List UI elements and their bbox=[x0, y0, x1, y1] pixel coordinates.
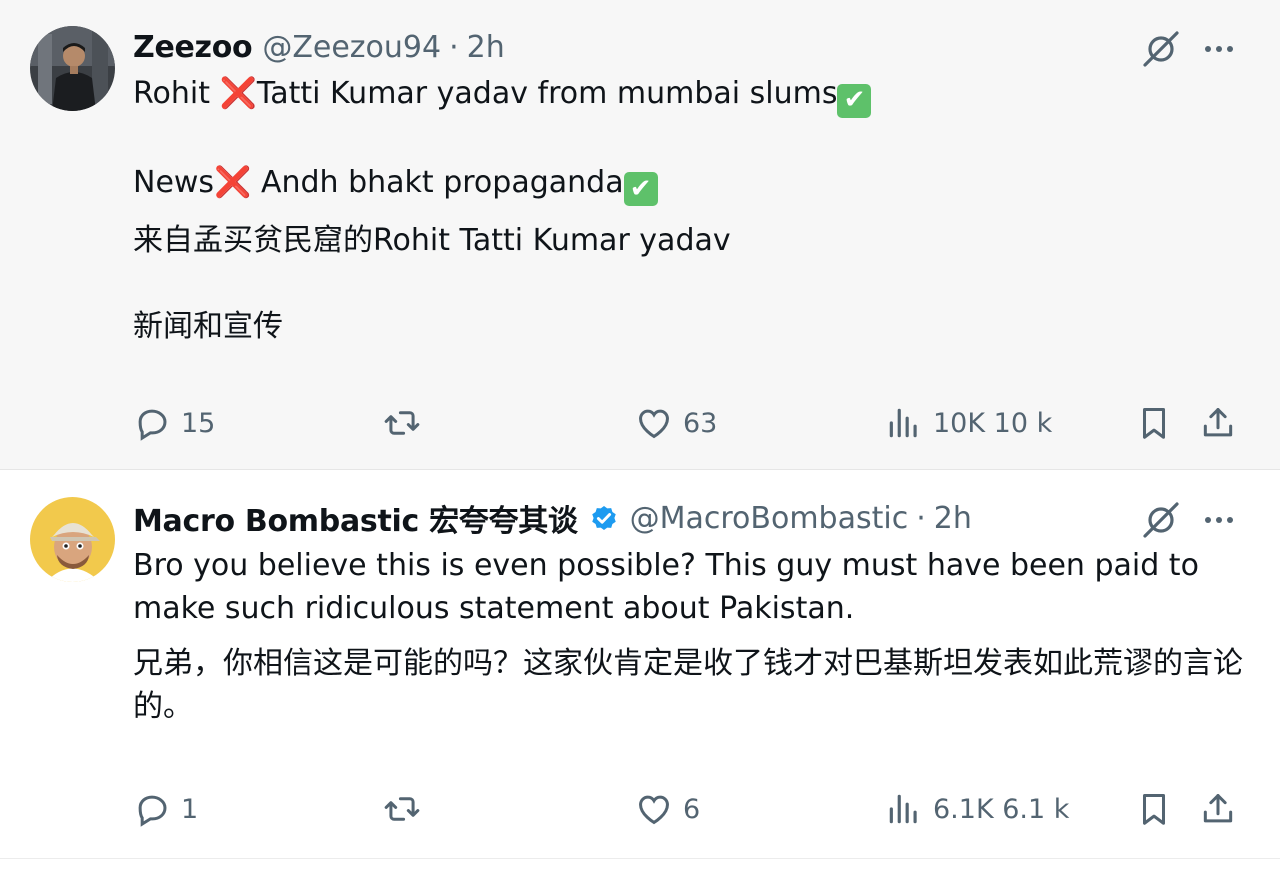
like-count: 6 bbox=[683, 793, 701, 825]
text-line: Bro you believe this is even possible? T… bbox=[133, 548, 1209, 626]
reply-icon bbox=[138, 409, 167, 441]
views-button[interactable]: 10K 10 k bbox=[885, 399, 1052, 447]
user-handle[interactable]: @MacroBombastic bbox=[630, 501, 909, 536]
like-button[interactable]: 63 bbox=[635, 399, 717, 447]
tweet-header: Zeezoo @Zeezou94 · 2h bbox=[133, 26, 505, 68]
grok-icon[interactable] bbox=[1140, 28, 1182, 70]
display-name[interactable]: Zeezoo bbox=[133, 30, 253, 65]
like-icon bbox=[639, 795, 669, 825]
views-icon bbox=[889, 408, 917, 438]
repost-button[interactable] bbox=[383, 399, 421, 447]
tweet-header: Macro Bombastic 宏夸夸其谈 @MacroBombastic · … bbox=[133, 496, 972, 540]
like-count: 63 bbox=[683, 407, 718, 439]
bookmark-button[interactable] bbox=[1135, 785, 1173, 833]
grok-icon[interactable] bbox=[1140, 499, 1182, 541]
text-line: Rohit ❌Tatti Kumar yadav from mumbai slu… bbox=[133, 72, 1243, 118]
text-line: News❌ Andh bhakt propaganda ✔ bbox=[133, 161, 1243, 206]
tweet-1[interactable]: Zeezoo @Zeezou94 · 2h Rohit ❌Tatti Kumar… bbox=[0, 0, 1280, 470]
action-bar: 15 63 10K 10 k bbox=[133, 399, 1243, 447]
bookmark-icon bbox=[1142, 794, 1166, 825]
view-count: 6.1K 6.1 k bbox=[933, 793, 1070, 825]
user-handle[interactable]: @Zeezou94 bbox=[262, 30, 441, 65]
separator-dot: · bbox=[449, 29, 459, 65]
bookmark-button[interactable] bbox=[1135, 399, 1173, 447]
tweet-text: Bro you believe this is even possible? T… bbox=[133, 544, 1243, 728]
bookmark-icon bbox=[1142, 408, 1166, 439]
tweet-2[interactable]: Macro Bombastic 宏夸夸其谈 @MacroBombastic · … bbox=[0, 471, 1280, 859]
repost-icon bbox=[384, 797, 420, 821]
timestamp[interactable]: 2h bbox=[934, 501, 972, 536]
avatar-zeezoo[interactable] bbox=[30, 26, 115, 111]
more-icon[interactable] bbox=[1198, 499, 1240, 541]
repost-icon bbox=[384, 411, 420, 435]
like-button[interactable]: 6 bbox=[635, 785, 700, 833]
check-mark-icon: ✔ bbox=[837, 83, 872, 118]
views-button[interactable]: 6.1K 6.1 k bbox=[885, 785, 1069, 833]
cross-mark-icon: ❌ bbox=[219, 76, 257, 111]
cross-mark-icon: ❌ bbox=[214, 164, 252, 200]
action-bar: 1 6 6.1K 6.1 k bbox=[133, 785, 1243, 833]
reply-count: 1 bbox=[181, 793, 199, 825]
repost-button[interactable] bbox=[383, 785, 421, 833]
more-icon[interactable] bbox=[1198, 28, 1240, 70]
text-line: 新闻和宣传 bbox=[133, 309, 283, 344]
share-button[interactable] bbox=[1199, 399, 1237, 447]
check-mark-icon: ✔ bbox=[623, 172, 658, 206]
text-line: 兄弟，你相信这是可能的吗？这家伙肯定是收了钱才对巴基斯坦发表如此荒谬的言论的。 bbox=[133, 646, 1243, 724]
reply-icon bbox=[138, 795, 167, 827]
verified-badge-icon bbox=[588, 502, 620, 534]
text-line: 来自孟买贫民窟的Rohit Tatti Kumar yadav bbox=[133, 223, 731, 258]
display-name[interactable]: Macro Bombastic 宏夸夸其谈 bbox=[133, 496, 578, 540]
share-icon bbox=[1203, 794, 1233, 823]
avatar-macrobombastic[interactable] bbox=[30, 497, 115, 582]
tweet-text: Rohit ❌Tatti Kumar yadav from mumbai slu… bbox=[133, 72, 1243, 348]
separator-dot: · bbox=[916, 500, 926, 536]
reply-button[interactable]: 1 bbox=[133, 785, 198, 833]
reply-count: 15 bbox=[181, 407, 216, 439]
timestamp[interactable]: 2h bbox=[467, 30, 505, 65]
views-icon bbox=[889, 794, 917, 824]
reply-button[interactable]: 15 bbox=[133, 399, 215, 447]
share-icon bbox=[1203, 408, 1233, 437]
like-icon bbox=[639, 409, 669, 439]
share-button[interactable] bbox=[1199, 785, 1237, 833]
view-count: 10K 10 k bbox=[933, 407, 1053, 439]
